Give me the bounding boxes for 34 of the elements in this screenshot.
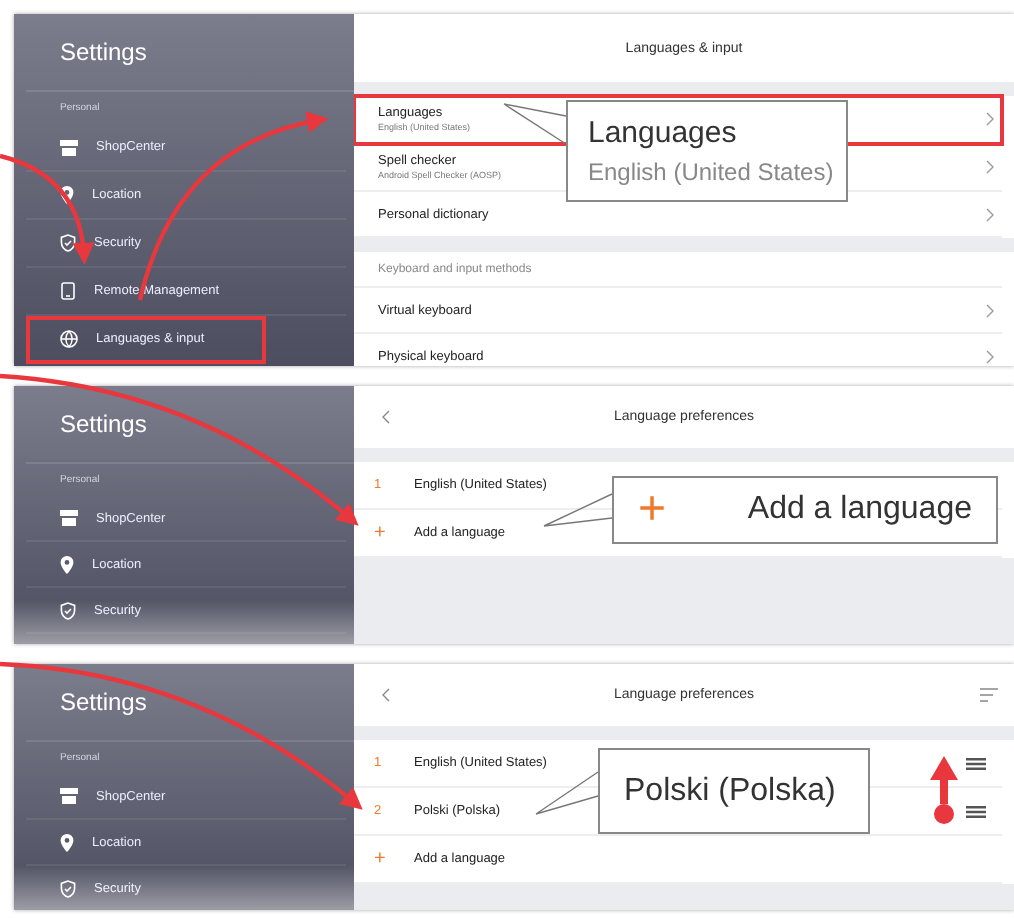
chevron-right-icon <box>986 160 994 174</box>
chevron-right-icon <box>986 112 994 126</box>
store-icon <box>60 139 78 155</box>
sort-icon[interactable] <box>980 688 998 702</box>
location-pin-icon <box>60 833 74 851</box>
sidebar-title: Settings <box>58 38 149 70</box>
shield-icon <box>60 234 76 252</box>
callout-title: Languages <box>588 116 739 150</box>
back-icon[interactable] <box>382 410 390 424</box>
plus-sign: + <box>374 848 386 870</box>
shield-icon <box>60 879 76 897</box>
drag-handle-icon[interactable] <box>966 805 986 817</box>
drag-handle-icon[interactable] <box>966 757 986 769</box>
back-icon[interactable] <box>382 688 390 702</box>
leader-line <box>543 493 613 527</box>
device-icon <box>60 282 76 300</box>
sidebar-title: Settings <box>58 410 149 442</box>
shield-icon <box>60 601 76 619</box>
leader-line <box>503 103 567 145</box>
drag-up-arrow <box>930 756 958 824</box>
store-icon <box>60 788 78 804</box>
location-pin-icon <box>60 186 74 204</box>
sidebar-title: Settings <box>58 688 149 720</box>
globe-icon <box>60 330 78 348</box>
callout-title: Add a language <box>747 492 972 528</box>
leader-line <box>535 771 599 815</box>
chevron-right-icon <box>986 303 994 317</box>
location-pin-icon <box>60 555 74 573</box>
store-icon <box>60 510 78 526</box>
plus-sign: + <box>374 522 386 544</box>
chevron-right-icon <box>986 349 994 363</box>
plus-sign: + <box>638 486 667 534</box>
chevron-right-icon <box>986 207 994 221</box>
arrow <box>0 153 94 265</box>
